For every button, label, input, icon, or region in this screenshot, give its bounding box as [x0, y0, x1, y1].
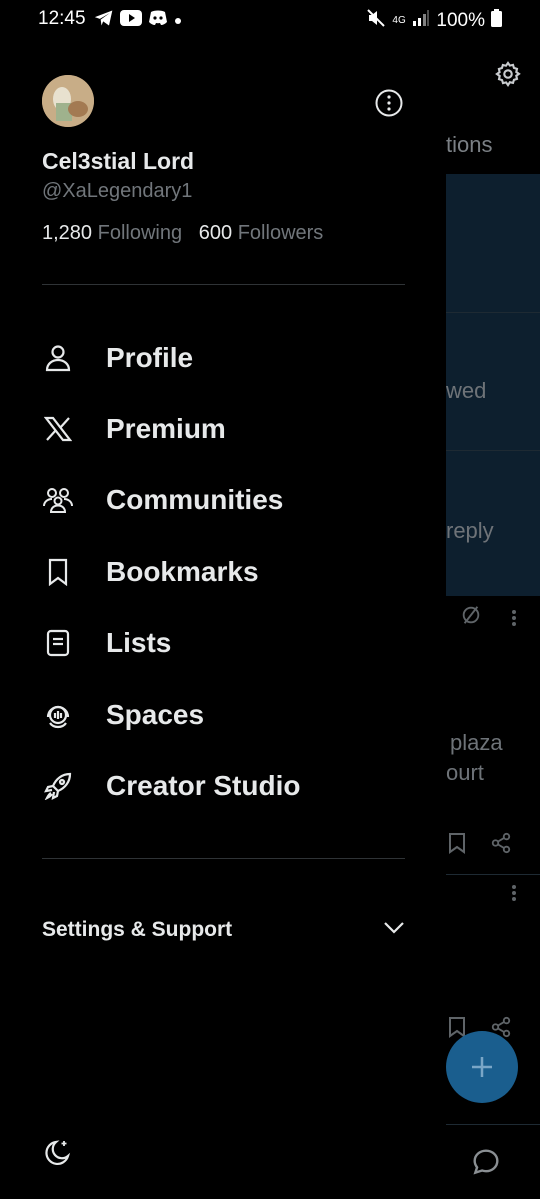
background-text: wed: [446, 378, 487, 403]
spaces-icon: [42, 699, 74, 731]
telegram-icon: [94, 9, 114, 32]
menu-item-bookmarks[interactable]: Bookmarks: [42, 547, 412, 597]
menu-item-lists[interactable]: Lists: [42, 618, 412, 668]
account-options-button[interactable]: [374, 88, 404, 118]
background-text: reply: [446, 518, 494, 543]
communities-icon: [42, 484, 74, 516]
discord-icon: [148, 10, 168, 31]
following-label: Following: [97, 222, 183, 244]
menu-item-label: Premium: [106, 413, 226, 444]
menu-item-communities[interactable]: Communities: [42, 475, 412, 525]
share-icon[interactable]: [490, 832, 512, 859]
menu-item-label: Profile: [106, 342, 194, 373]
divider: [42, 858, 405, 859]
status-time: 12:45: [38, 8, 86, 29]
menu-item-label: Creator Studio: [106, 770, 301, 801]
display-name[interactable]: Cel3stial Lord: [42, 148, 194, 175]
tab-fragment[interactable]: tions: [446, 132, 492, 158]
rocket-icon: [42, 770, 74, 802]
background-text: plaza: [450, 730, 503, 755]
menu-item-label: Bookmarks: [106, 556, 259, 587]
bookmark-icon[interactable]: [447, 832, 467, 859]
mute-icon: [366, 8, 386, 34]
followers-count: 600: [198, 222, 233, 244]
settings-gear-icon[interactable]: [494, 60, 522, 93]
avatar[interactable]: [42, 75, 94, 127]
compose-button[interactable]: [446, 1031, 518, 1103]
followers-link[interactable]: 600 Followers: [199, 222, 324, 244]
followers-label: Followers: [237, 222, 324, 244]
navigation-drawer: Cel3stial Lord @XaLegendary1 1,280 Follo…: [0, 38, 446, 1199]
more-icon[interactable]: [510, 608, 518, 633]
follow-stats: 1,280 Following 600 Followers: [42, 222, 323, 245]
status-right: 4G 100%: [366, 8, 502, 34]
following-count: 1,280: [42, 222, 93, 244]
user-handle: @XaLegendary1: [42, 180, 193, 202]
bookmark-icon: [42, 556, 74, 588]
background-text: ourt: [446, 760, 484, 785]
menu-item-label: Spaces: [106, 699, 205, 730]
settings-support-toggle[interactable]: Settings & Support: [42, 910, 405, 950]
menu-item-premium[interactable]: Premium: [42, 404, 412, 454]
settings-support-label: Settings & Support: [42, 918, 233, 941]
battery-icon: [491, 9, 502, 33]
battery-percent: 100%: [436, 10, 485, 31]
list-icon: [42, 627, 74, 659]
youtube-icon: [120, 10, 142, 31]
menu-item-creator-studio[interactable]: Creator Studio: [42, 761, 412, 811]
status-bar: 12:45 4G 100%: [0, 0, 540, 38]
person-icon: [42, 342, 74, 374]
signal-icon: [412, 9, 430, 33]
notification-icons: [94, 9, 182, 32]
no-reply-icon: [460, 604, 482, 631]
chevron-down-icon: [383, 921, 405, 940]
menu-item-label: Communities: [106, 484, 284, 515]
network-type: 4G: [392, 15, 406, 26]
menu-item-label: Lists: [106, 627, 172, 658]
notification-dot-icon: [174, 12, 182, 30]
more-icon[interactable]: [510, 883, 518, 908]
messages-icon[interactable]: [470, 1146, 502, 1183]
menu-item-profile[interactable]: Profile: [42, 333, 412, 383]
following-link[interactable]: 1,280 Following: [42, 222, 182, 244]
x-logo-icon: [42, 413, 74, 445]
menu-item-spaces[interactable]: Spaces: [42, 690, 412, 740]
display-theme-button[interactable]: [42, 1138, 74, 1170]
divider: [42, 284, 405, 285]
